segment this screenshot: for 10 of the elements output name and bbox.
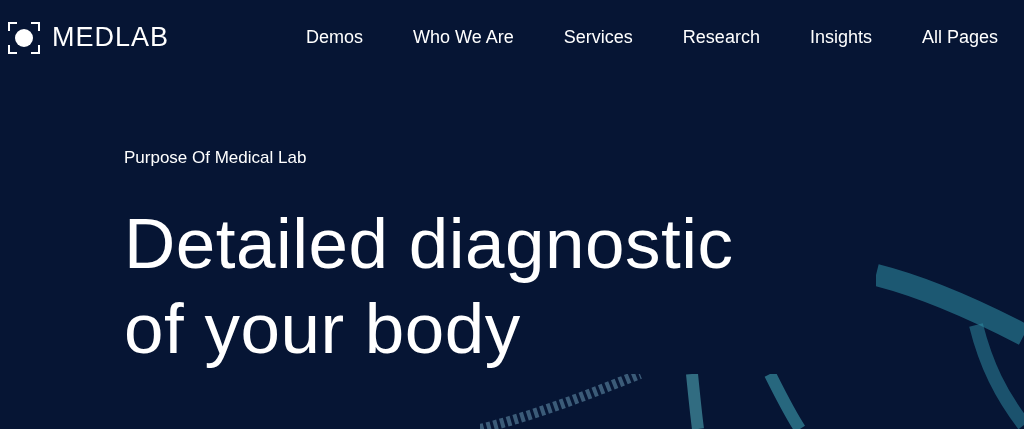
- hero-eyebrow: Purpose Of Medical Lab: [124, 147, 308, 169]
- logo-icon: [8, 21, 40, 54]
- hero-title: Detailed diagnostic of your body: [124, 202, 734, 370]
- nav-link[interactable]: Who We Are: [413, 24, 514, 51]
- logo-text: MEDLAB: [52, 21, 170, 55]
- nav-link[interactable]: Insights: [809, 24, 872, 51]
- nav-link[interactable]: Services: [563, 24, 633, 51]
- nav-link[interactable]: Demos: [306, 24, 364, 51]
- nav-link[interactable]: Research: [682, 24, 760, 51]
- nav-link[interactable]: All Pages: [921, 24, 998, 51]
